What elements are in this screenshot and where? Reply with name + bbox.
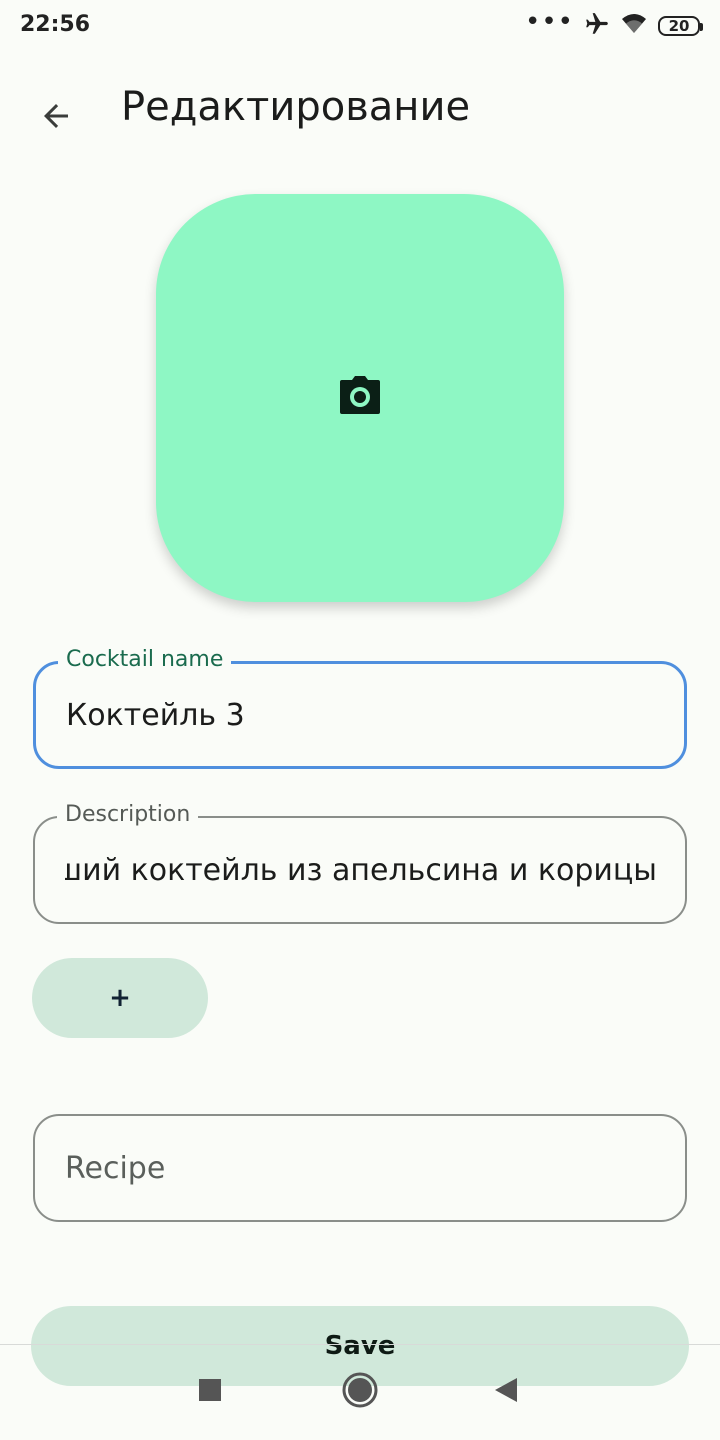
top-app-bar: Редактирование	[0, 70, 720, 150]
notification-dots: •••	[524, 7, 574, 37]
cocktail-name-input[interactable]: Коктейль 3	[66, 664, 656, 766]
camera-icon	[338, 376, 382, 420]
battery-icon: 20	[658, 16, 703, 36]
add-ingredient-button[interactable]: +	[32, 958, 208, 1038]
arrow-back-icon	[38, 98, 74, 138]
recipe-input[interactable]: Recipe	[65, 1116, 657, 1220]
home-button[interactable]	[332, 1368, 388, 1416]
description-input[interactable]: ший коктейль из апельсина и корицы	[65, 818, 657, 922]
page-title: Редактирование	[121, 84, 471, 130]
back-nav-button[interactable]	[478, 1368, 534, 1416]
recents-button[interactable]	[182, 1368, 238, 1416]
airplane-icon	[584, 11, 610, 41]
status-bar: 22:56 ••• 20	[0, 0, 720, 52]
system-navigation-bar	[0, 1352, 720, 1432]
back-button[interactable]	[26, 88, 86, 148]
recipe-field[interactable]: Recipe	[33, 1114, 687, 1222]
cocktail-name-field[interactable]: Cocktail name Коктейль 3	[33, 647, 687, 769]
status-time: 22:56	[20, 12, 91, 37]
status-icons: ••• 20	[524, 7, 703, 41]
recents-square-icon	[198, 1378, 222, 1406]
wifi-icon	[620, 12, 648, 40]
cocktail-photo-picker[interactable]	[156, 194, 564, 602]
nav-divider	[0, 1344, 720, 1345]
description-text: ший коктейль из апельсина и корицы	[65, 852, 657, 888]
description-field[interactable]: Description ший коктейль из апельсина и …	[33, 802, 687, 924]
back-triangle-icon	[493, 1376, 519, 1408]
battery-level: 20	[668, 17, 690, 35]
home-circle-icon	[341, 1371, 379, 1413]
